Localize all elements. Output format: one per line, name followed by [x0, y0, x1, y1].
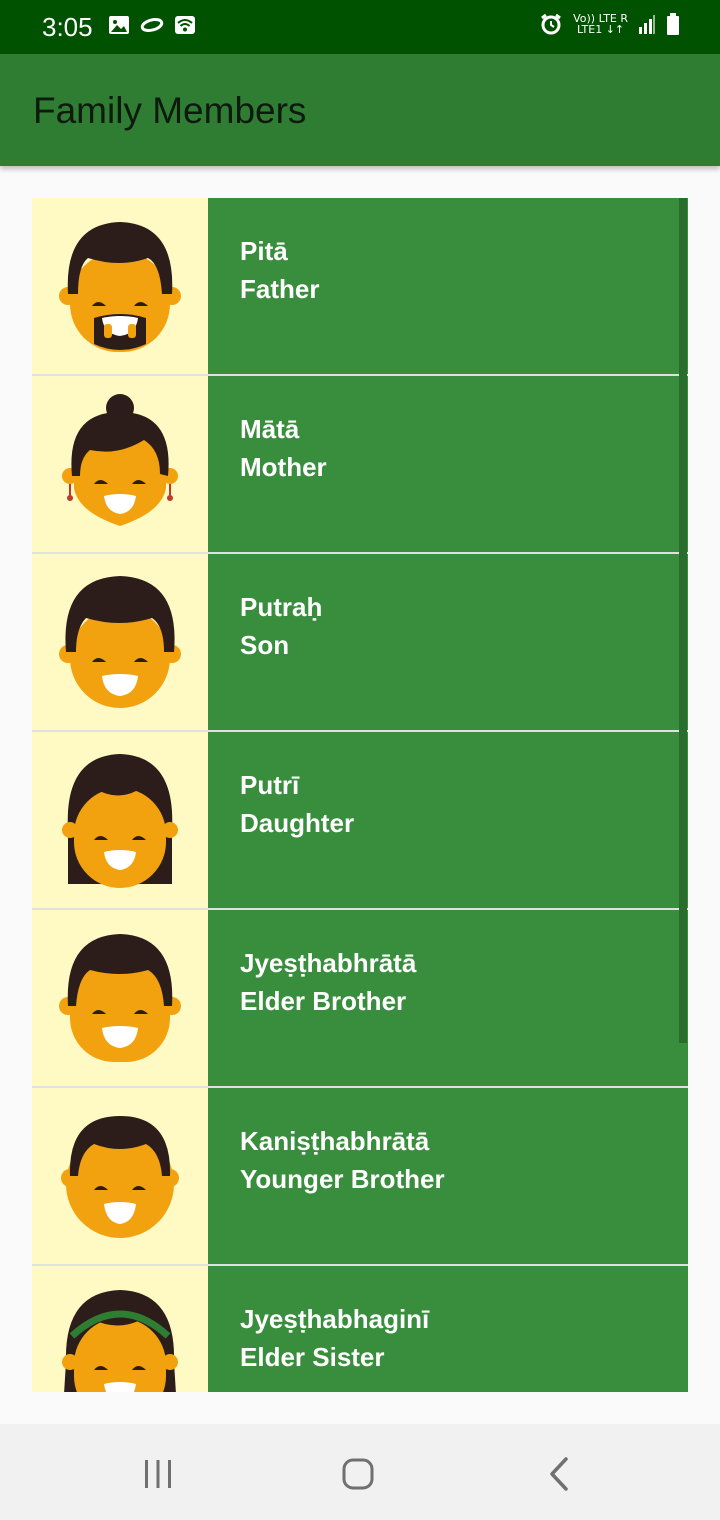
wifi-icon: [175, 16, 195, 34]
daughter-face-icon: [62, 754, 178, 888]
member-text: Jyeṣṭhabhrātā Elder Brother: [208, 910, 688, 1086]
member-native-name: Mātā: [240, 414, 300, 444]
home-icon[interactable]: [338, 1454, 378, 1494]
member-native-name: Putraḥ: [240, 592, 323, 622]
avatar-cell: [32, 1088, 208, 1264]
mother-face-icon: [62, 394, 178, 526]
member-native-name: Pitā: [240, 236, 288, 266]
member-text: Mātā Mother: [208, 376, 688, 552]
member-text: Putraḥ Son: [208, 554, 688, 730]
status-right-icons: Vo)) LTE R LTE1 ↓↑: [539, 12, 680, 36]
scrollbar[interactable]: [679, 198, 687, 1043]
avatar-cell: [32, 198, 208, 374]
battery-icon: [667, 13, 679, 35]
member-text: Jyeṣṭhabhaginī Elder Sister: [208, 1266, 688, 1392]
alarm-icon: [541, 13, 561, 35]
status-bar: 3:05 Vo)) LTE R LTE1 ↓↑: [0, 0, 720, 54]
member-english-name: Elder Sister: [240, 1342, 385, 1372]
member-english-name: Mother: [240, 452, 327, 482]
list-item-elder-sister[interactable]: Jyeṣṭhabhaginī Elder Sister: [32, 1266, 688, 1392]
younger-brother-face-icon: [61, 1116, 179, 1238]
signal-icon: [639, 15, 655, 34]
network-line2: LTE1 ↓↑: [576, 23, 625, 36]
elder-sister-face-icon: [62, 1290, 178, 1392]
avatar-cell: [32, 1266, 208, 1392]
member-english-name: Daughter: [240, 808, 355, 838]
member-native-name: Jyeṣṭhabhaginī: [240, 1304, 430, 1334]
list-item-younger-brother[interactable]: Kaniṣṭhabhrātā Younger Brother: [32, 1088, 688, 1264]
list-item-son[interactable]: Putraḥ Son: [32, 554, 688, 730]
gallery-icon: [109, 16, 129, 34]
list-item-daughter[interactable]: Putrī Daughter: [32, 732, 688, 908]
navigation-bar: [0, 1424, 720, 1520]
status-left-icons: [108, 15, 196, 35]
recents-icon[interactable]: [138, 1454, 178, 1494]
avatar-cell: [32, 732, 208, 908]
list-item-father[interactable]: Pitā Father: [32, 198, 688, 374]
member-text: Kaniṣṭhabhrātā Younger Brother: [208, 1088, 688, 1264]
member-text: Pitā Father: [208, 198, 688, 374]
list-item-mother[interactable]: Mātā Mother: [32, 376, 688, 552]
avatar-cell: [32, 554, 208, 730]
father-face-icon: [59, 222, 181, 352]
list-item-elder-brother[interactable]: Jyeṣṭhabhrātā Elder Brother: [32, 910, 688, 1086]
back-icon[interactable]: [540, 1454, 580, 1494]
elder-brother-face-icon: [59, 934, 181, 1062]
link-icon: [140, 18, 164, 32]
member-text: Putrī Daughter: [208, 732, 688, 908]
family-member-list[interactable]: Pitā Father Mātā Mother Putraḥ Son Putrī…: [32, 198, 688, 1392]
member-native-name: Putrī: [240, 770, 300, 800]
member-english-name: Younger Brother: [240, 1164, 445, 1194]
member-english-name: Elder Brother: [240, 986, 407, 1016]
member-native-name: Kaniṣṭhabhrātā: [240, 1126, 430, 1156]
member-english-name: Father: [240, 274, 320, 304]
member-english-name: Son: [240, 630, 290, 660]
network-indicator: Vo)) LTE R LTE1 ↓↑: [573, 13, 628, 35]
son-face-icon: [59, 576, 181, 708]
status-time: 3:05: [42, 12, 93, 42]
app-bar: Family Members: [0, 54, 720, 166]
avatar-cell: [32, 910, 208, 1086]
page-title: Family Members: [33, 90, 307, 131]
avatar-cell: [32, 376, 208, 552]
member-native-name: Jyeṣṭhabhrātā: [240, 948, 417, 978]
